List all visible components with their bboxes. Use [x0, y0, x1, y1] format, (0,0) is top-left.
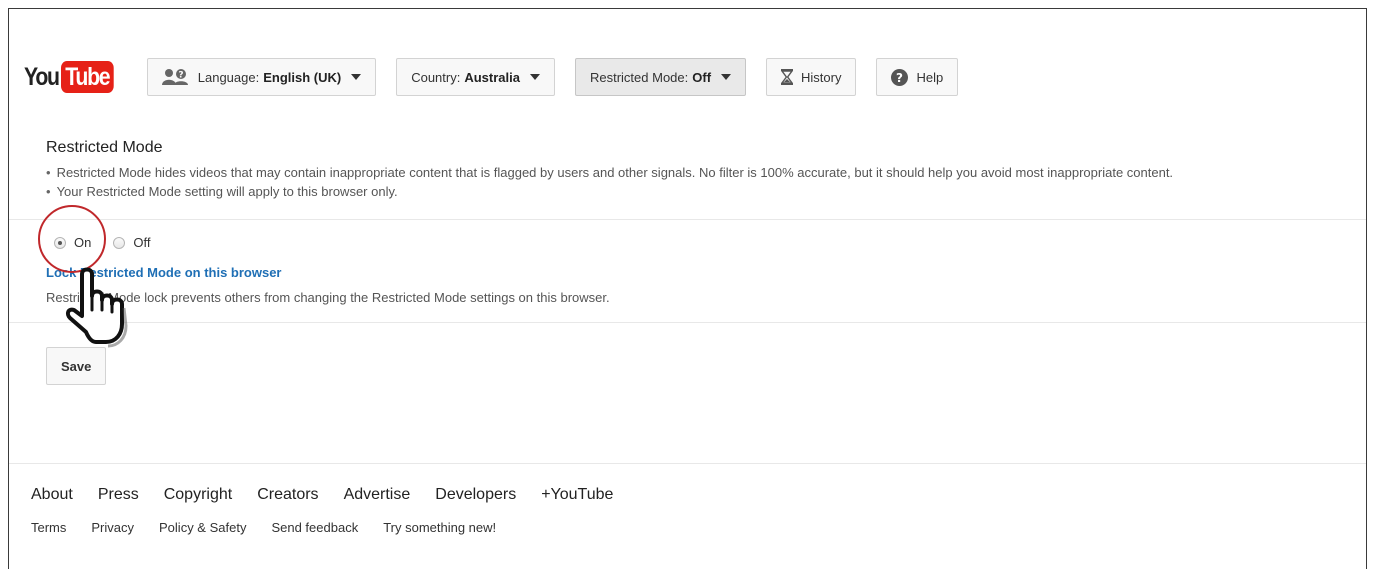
divider [9, 219, 1366, 220]
bullet-item: Restricted Mode hides videos that may co… [46, 163, 1173, 182]
youtube-logo[interactable]: You Tube [24, 61, 123, 93]
language-value: English (UK) [263, 69, 342, 85]
radio-on-label: On [74, 235, 92, 250]
chevron-down-icon [351, 74, 362, 80]
help-label: Help [916, 69, 944, 85]
divider [9, 322, 1366, 323]
history-label: History [801, 69, 842, 85]
logo-tube: Tube [60, 61, 114, 93]
history-button[interactable]: History [766, 58, 857, 96]
radio-on[interactable] [54, 236, 66, 249]
bullet-item: Your Restricted Mode setting will apply … [46, 182, 1173, 201]
svg-text:?: ? [897, 71, 904, 85]
footer-link-try-something-new[interactable]: Try something new! [383, 520, 496, 535]
hourglass-icon [781, 69, 794, 85]
save-button[interactable]: Save [46, 347, 107, 385]
help-icon: ? [891, 68, 909, 86]
footer-link-terms[interactable]: Terms [31, 520, 66, 535]
footer-primary-links: About Press Copyright Creators Advertise… [31, 486, 638, 504]
footer-link-privacy[interactable]: Privacy [91, 520, 134, 535]
language-label: Language: [197, 69, 260, 85]
language-button[interactable]: ? Language: English (UK) [146, 58, 377, 96]
radio-off[interactable] [113, 236, 126, 249]
radio-off-label: Off [133, 235, 151, 250]
language-people-icon: ? [161, 68, 190, 86]
chevron-down-icon [529, 74, 540, 80]
restricted-mode-toggle: On Off [54, 235, 172, 250]
masthead: You Tube ? Language: English (UK) Countr… [24, 57, 978, 97]
divider [9, 463, 1366, 464]
lock-description: Restricted Mode lock prevents others fro… [46, 290, 610, 305]
footer-link-policy-safety[interactable]: Policy & Safety [159, 520, 246, 535]
country-value: Australia [464, 69, 520, 85]
footer-link-advertise[interactable]: Advertise [344, 486, 411, 504]
restricted-mode-label: Restricted Mode: [589, 69, 689, 85]
country-label: Country: [411, 69, 461, 85]
restricted-mode-button[interactable]: Restricted Mode: Off [574, 58, 747, 96]
footer-link-press[interactable]: Press [98, 486, 139, 504]
footer-link-copyright[interactable]: Copyright [164, 486, 232, 504]
footer-link-about[interactable]: About [31, 486, 73, 504]
chevron-down-icon [721, 74, 732, 80]
lock-restricted-mode-link[interactable]: Lock Restricted Mode on this browser [46, 265, 282, 280]
footer-link-send-feedback[interactable]: Send feedback [271, 520, 358, 535]
restricted-mode-value: Off [692, 69, 712, 85]
footer-link-creators[interactable]: Creators [257, 486, 318, 504]
footer-secondary-links: Terms Privacy Policy & Safety Send feedb… [31, 520, 521, 535]
svg-text:?: ? [178, 71, 183, 81]
country-button[interactable]: Country: Australia [396, 58, 555, 96]
section-title: Restricted Mode [46, 139, 163, 156]
info-bullets: Restricted Mode hides videos that may co… [46, 163, 1173, 201]
footer-link-plus-youtube[interactable]: +YouTube [541, 486, 613, 504]
logo-you: You [24, 62, 60, 91]
footer-link-developers[interactable]: Developers [435, 486, 516, 504]
help-button[interactable]: ? Help [876, 58, 959, 96]
